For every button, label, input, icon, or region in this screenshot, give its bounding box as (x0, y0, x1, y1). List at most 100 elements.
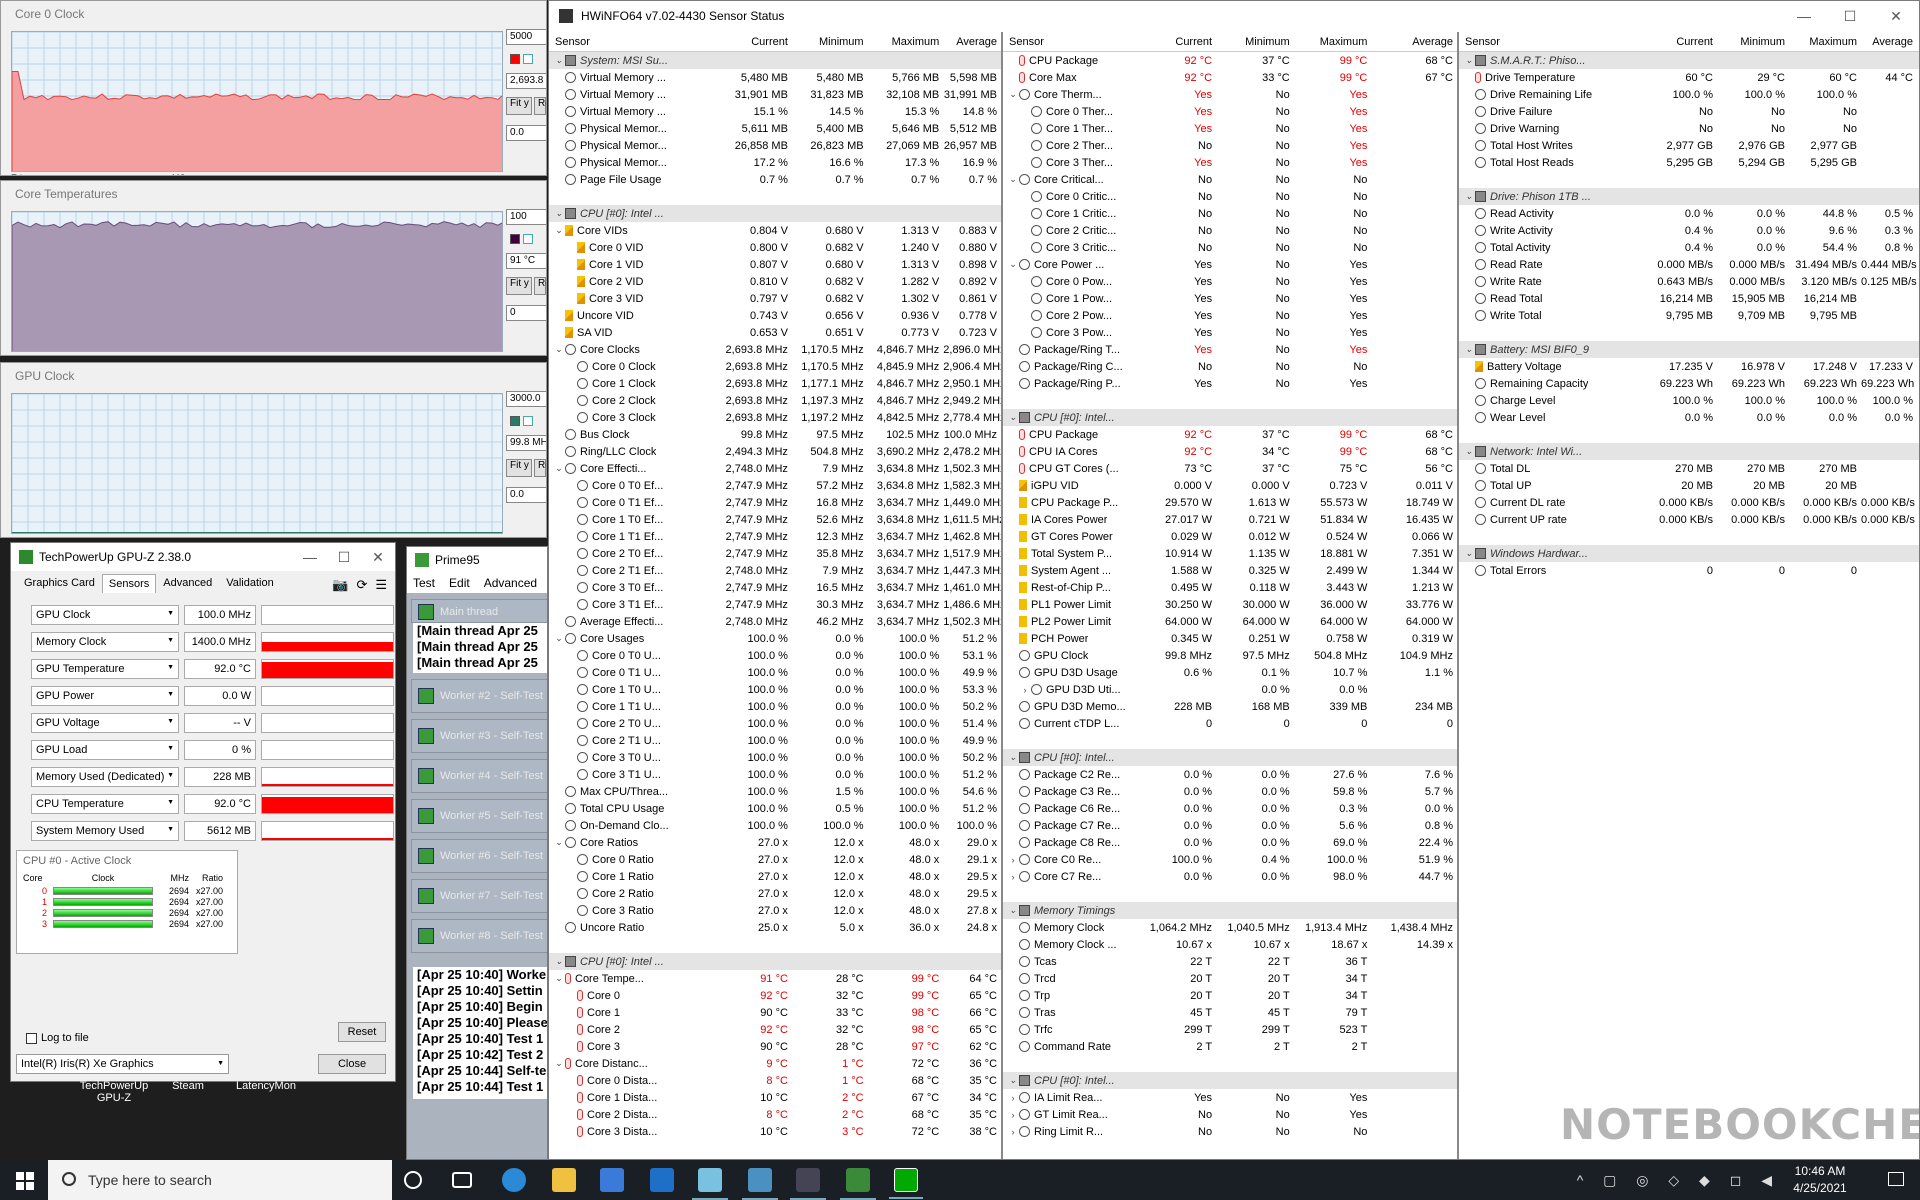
cortana-icon[interactable] (404, 1171, 422, 1189)
refresh-icon[interactable]: ⟳ (356, 577, 367, 593)
sensor-row[interactable]: Write Total 9,795 MB 9,709 MB 9,795 MB (1459, 307, 1919, 324)
sensor-row[interactable]: Core 1 T0 U... 100.0 % 0.0 % 100.0 % 53.3 % (549, 681, 1001, 698)
sensor-row[interactable]: GPU D3D Memo... 228 MB 168 MB 339 MB 234 MB (1003, 698, 1457, 715)
sensor-group-row[interactable]: ⌄ Drive: Phison 1TB ... (1459, 188, 1919, 205)
sensor-group-row[interactable]: ⌄ CPU [#0]: Intel... (1003, 749, 1457, 766)
sensor-group-row[interactable]: ⌄ System: MSI Su... (549, 52, 1001, 69)
sensor-graph[interactable] (261, 821, 394, 841)
sensor-row[interactable]: Core 1 T1 U... 100.0 % 0.0 % 100.0 % 50.2 % (549, 698, 1001, 715)
sensor-row[interactable]: Core 0 T1 Ef... 2,747.9 MHz 16.8 MHz 3,634.… (549, 494, 1001, 511)
sensor-row[interactable]: Package C2 Re... 0.0 % 0.0 % 27.6 % 7.6 % (1003, 766, 1457, 783)
sensor-row[interactable]: IA Cores Power 27.017 W 0.721 W 51.834 W 16.… (1003, 511, 1457, 528)
sensor-row[interactable]: PCH Power 0.345 W 0.251 W 0.758 W 0.319 W (1003, 630, 1457, 647)
sensor-name-select[interactable]: GPU Power (31, 686, 179, 706)
sensor-row[interactable]: Package C6 Re... 0.0 % 0.0 % 0.3 % 0.0 % (1003, 800, 1457, 817)
tab-validation[interactable]: Validation (219, 573, 281, 593)
sensor-row[interactable]: ⌄ Core Clocks 2,693.8 MHz 1,170.5 MHz 4,846.… (549, 341, 1001, 358)
sensor-row[interactable]: Core 2 Dista... 8 °C 2 °C 68 °C 35 °C (549, 1106, 1001, 1123)
menu-test[interactable]: Test (413, 576, 435, 590)
tab-graphics-card[interactable]: Graphics Card (17, 573, 102, 593)
sensor-row[interactable]: Core 1 Critic... No No No (1003, 205, 1457, 222)
worker-window[interactable]: Worker #6 - Self-Test (411, 839, 547, 873)
expand-icon[interactable]: › (1007, 872, 1019, 882)
sensor-row[interactable]: Core 0 T0 Ef... 2,747.9 MHz 57.2 MHz 3,634.… (549, 477, 1001, 494)
sensor-row[interactable]: Core 2 VID 0.810 V 0.682 V 1.282 V 0.892 V (549, 273, 1001, 290)
sensor-name-select[interactable]: Memory Used (Dedicated) (31, 767, 179, 787)
sensor-graph[interactable] (261, 659, 394, 679)
sensor-name-select[interactable]: GPU Clock (31, 605, 179, 625)
checkbox-icon[interactable] (523, 416, 533, 427)
log-to-file-checkbox[interactable]: Log to file (26, 1032, 89, 1044)
worker-window[interactable]: Worker #5 - Self-Test (411, 799, 547, 833)
sensor-row[interactable]: Core 1 T1 Ef... 2,747.9 MHz 12.3 MHz 3,634.… (549, 528, 1001, 545)
tab-advanced[interactable]: Advanced (156, 573, 219, 593)
collapse-icon[interactable]: ⌄ (553, 208, 565, 219)
checkbox-icon[interactable] (523, 54, 533, 65)
sensor-row[interactable]: System Agent ... 1.588 W 0.325 W 2.499 W 1.3… (1003, 562, 1457, 579)
sensor-row[interactable]: Remaining Capacity 69.223 Wh 69.223 Wh 69.2… (1459, 375, 1919, 392)
sensor-row[interactable]: Total Host Writes 2,977 GB 2,976 GB 2,977 G… (1459, 137, 1919, 154)
sensor-row[interactable]: Package/Ring C... No No No (1003, 358, 1457, 375)
collapse-icon[interactable]: ⌄ (553, 837, 565, 848)
sensor-row[interactable]: Core 1 Clock 2,693.8 MHz 1,177.1 MHz 4,846.… (549, 375, 1001, 392)
sensor-row[interactable]: Core 2 Ther... No No Yes (1003, 137, 1457, 154)
column-header-current[interactable]: Current (1136, 36, 1216, 48)
sensor-row[interactable]: Memory Clock ... 10.67 x 10.67 x 18.67 x 14.… (1003, 936, 1457, 953)
sensor-row[interactable]: ⌄ Core Effecti... 2,748.0 MHz 7.9 MHz 3,634.… (549, 460, 1001, 477)
sensor-row[interactable]: Wear Level 0.0 % 0.0 % 0.0 % 0.0 % (1459, 409, 1919, 426)
sensor-row[interactable]: Core 2 Critic... No No No (1003, 222, 1457, 239)
sensor-row[interactable]: Core 2 Pow... Yes No Yes (1003, 307, 1457, 324)
sensor-row[interactable]: Core 3 Ratio 27.0 x 12.0 x 48.0 x 27.8 x (549, 902, 1001, 919)
column-header-minimum[interactable]: Minimum (1717, 36, 1789, 48)
sensor-row[interactable]: Write Activity 0.4 % 0.0 % 9.6 % 0.3 % (1459, 222, 1919, 239)
task-view-icon[interactable] (452, 1172, 472, 1188)
sensor-row[interactable]: Average Effecti... 2,748.0 MHz 46.2 MHz 3,6… (549, 613, 1001, 630)
sensor-row[interactable]: Core 0 VID 0.800 V 0.682 V 1.240 V 0.880 V (549, 239, 1001, 256)
sensor-row[interactable]: Total CPU Usage 100.0 % 0.5 % 100.0 % 51.2 % (549, 800, 1001, 817)
sensor-row[interactable]: Core 2 T0 U... 100.0 % 0.0 % 100.0 % 51.4 % (549, 715, 1001, 732)
column-header-current[interactable]: Current (1641, 36, 1717, 48)
sensor-row[interactable]: Core 2 Ratio 27.0 x 12.0 x 48.0 x 29.5 x (549, 885, 1001, 902)
sensor-name-select[interactable]: Memory Clock (31, 632, 179, 652)
sensor-row[interactable]: Write Rate 0.643 MB/s 0.000 MB/s 3.120 MB/s… (1459, 273, 1919, 290)
sensor-row[interactable]: CPU Package 92 °C 37 °C 99 °C 68 °C (1003, 52, 1457, 69)
sensor-name-select[interactable]: GPU Voltage (31, 713, 179, 733)
edge-icon[interactable] (502, 1168, 526, 1192)
sensor-name-select[interactable]: System Memory Used (31, 821, 179, 841)
sensor-group-row[interactable]: ⌄ Windows Hardwar... (1459, 545, 1919, 562)
sensor-row[interactable]: Current cTDP L... 0 0 0 0 (1003, 715, 1457, 732)
desktop-icon-latencymon[interactable]: LatencyMon (228, 1080, 304, 1092)
sensor-row[interactable]: Core 0 Ther... Yes No Yes (1003, 103, 1457, 120)
column-header-sensor[interactable]: Sensor (1003, 36, 1136, 48)
sensor-row[interactable]: Tras 45 T 45 T 79 T (1003, 1004, 1457, 1021)
maximize-button[interactable]: ☐ (327, 549, 361, 566)
sensor-row[interactable]: Virtual Memory ... 15.1 % 14.5 % 15.3 % 14.8… (549, 103, 1001, 120)
sensor-group-row[interactable]: ⌄ Battery: MSI BIF0_9 (1459, 341, 1919, 358)
collapse-icon[interactable]: ⌄ (1463, 55, 1475, 66)
sensor-row[interactable]: Drive Failure No No No (1459, 103, 1919, 120)
camera-icon[interactable]: 📷 (332, 577, 348, 593)
reset-button[interactable]: Reset (338, 1022, 386, 1042)
sensor-graph[interactable] (261, 632, 394, 652)
sensor-name-select[interactable]: GPU Temperature (31, 659, 179, 679)
sensor-row[interactable]: Core 3 90 °C 28 °C 97 °C 62 °C (549, 1038, 1001, 1055)
sensor-row[interactable]: ⌄ Core Power ... Yes No Yes (1003, 256, 1457, 273)
sensor-row[interactable]: On-Demand Clo... 100.0 % 100.0 % 100.0 % 100… (549, 817, 1001, 834)
sensor-row[interactable]: ⌄ Core Therm... Yes No Yes (1003, 86, 1457, 103)
column-header-minimum[interactable]: Minimum (792, 36, 868, 48)
taskbar-search[interactable]: Type here to search (48, 1160, 392, 1200)
sensor-row[interactable]: Core 3 Clock 2,693.8 MHz 1,197.2 MHz 4,842.… (549, 409, 1001, 426)
sensor-row[interactable]: Core 0 Pow... Yes No Yes (1003, 273, 1457, 290)
sensor-row[interactable]: Total UP 20 MB 20 MB 20 MB (1459, 477, 1919, 494)
fit-y-button[interactable]: Fit y (506, 459, 532, 477)
column-header-maximum[interactable]: Maximum (868, 36, 944, 48)
column-header-current[interactable]: Current (716, 36, 792, 48)
sensor-row[interactable]: Core 3 Ther... Yes No Yes (1003, 154, 1457, 171)
sensor-row[interactable]: Core 0 Critic... No No No (1003, 188, 1457, 205)
collapse-icon[interactable]: ⌄ (1463, 446, 1475, 457)
latencymon-taskbar-icon[interactable] (692, 1168, 728, 1200)
menu-icon[interactable]: ☰ (375, 577, 387, 593)
sensor-group-row[interactable]: ⌄ S.M.A.R.T.: Phiso... (1459, 52, 1919, 69)
sensor-row[interactable]: Drive Warning No No No (1459, 120, 1919, 137)
worker-window[interactable]: Worker #4 - Self-Test (411, 759, 547, 793)
